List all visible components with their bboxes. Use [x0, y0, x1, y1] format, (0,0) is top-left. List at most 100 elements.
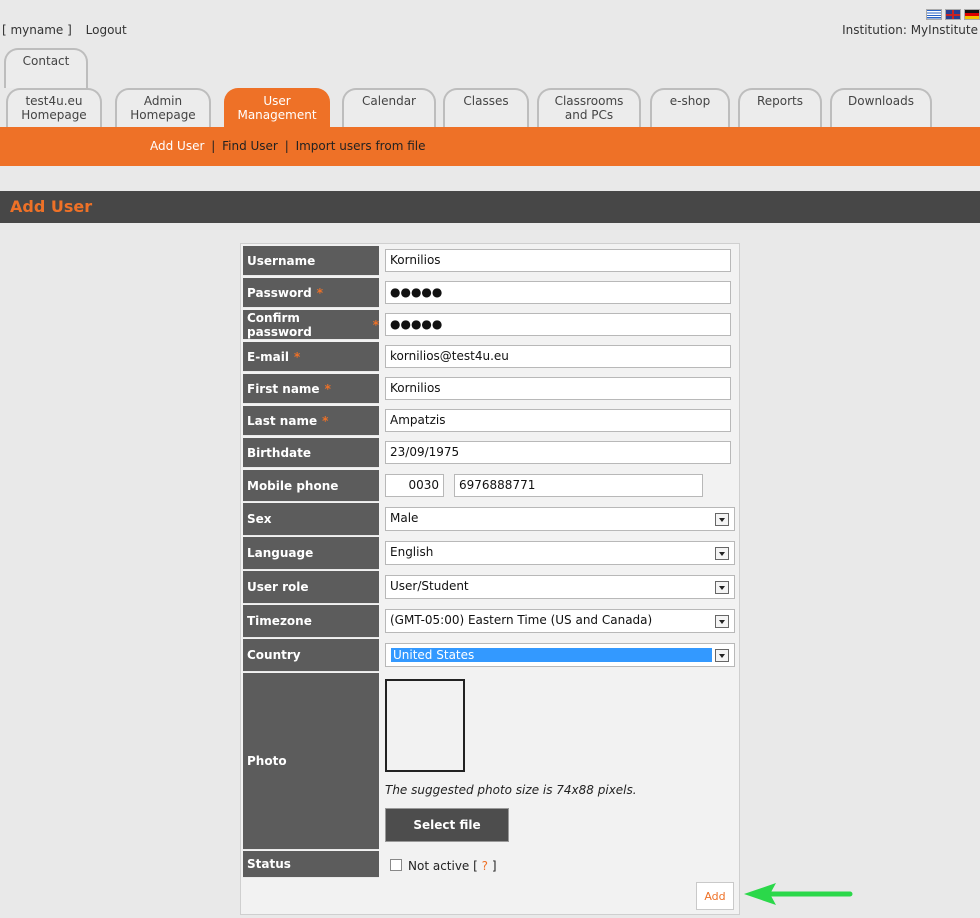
timezone-select[interactable]: (GMT-05:00) Eastern Time (US and Canada) — [385, 609, 735, 633]
german-flag-icon[interactable] — [964, 9, 980, 20]
subnav-separator: | — [211, 139, 216, 153]
institution-label: Institution: MyInstitute — [842, 23, 978, 37]
chevron-down-icon[interactable] — [715, 615, 729, 628]
tab-label: Homepage — [21, 108, 87, 122]
tab-calendar[interactable]: Calendar — [342, 88, 436, 128]
chevron-down-icon[interactable] — [715, 547, 729, 560]
country-value: United States — [391, 648, 712, 662]
timezone-row: Timezone (GMT-05:00) Eastern Time (US an… — [243, 605, 737, 638]
logout-link[interactable]: Logout — [86, 23, 127, 37]
sex-row: Sex Male — [243, 503, 737, 536]
status-text: Not active [ ? ] — [408, 859, 497, 873]
mobile-row: Mobile phone 0030 6976888771 — [243, 470, 737, 502]
username-label: Username — [243, 246, 379, 276]
mobile-number-input[interactable]: 6976888771 — [454, 474, 703, 497]
page-title: Add User — [10, 197, 93, 216]
tab-label: Management — [237, 108, 317, 122]
photo-label: Photo — [243, 673, 379, 850]
confirm-password-label: Confirm password * — [243, 310, 379, 340]
username-row: Username Kornilios — [243, 246, 737, 276]
mobile-label: Mobile phone — [243, 470, 379, 502]
tab-label: test4u.eu — [25, 94, 83, 108]
tab-contact-label: Contact — [22, 54, 70, 68]
add-user-form: Username Kornilios Password * ●●●●● Confi… — [240, 243, 740, 915]
tab-eshop[interactable]: e-shop — [650, 88, 730, 128]
page-header: Add User — [0, 191, 980, 223]
country-select[interactable]: United States — [385, 643, 735, 667]
tab-label: Classes — [463, 94, 509, 108]
last-name-row: Last name * Ampatzis — [243, 406, 737, 436]
birthdate-input[interactable]: 23/09/1975 — [385, 441, 731, 464]
password-row: Password * ●●●●● — [243, 278, 737, 308]
tab-admin-homepage[interactable]: Admin Homepage — [115, 88, 211, 128]
chevron-down-icon[interactable] — [715, 581, 729, 594]
photo-size-note: The suggested photo size is 74x88 pixels… — [385, 783, 637, 797]
username-input[interactable]: Kornilios — [385, 249, 731, 272]
confirm-password-row: Confirm password * ●●●●● — [243, 310, 737, 340]
sex-label: Sex — [243, 503, 379, 536]
username-link[interactable]: [ myname ] — [2, 23, 72, 37]
subnav-links: Add User | Find User | Import users from… — [150, 139, 425, 153]
tab-classrooms-pcs[interactable]: Classrooms and PCs — [537, 88, 641, 128]
birthdate-row: Birthdate 23/09/1975 — [243, 438, 737, 468]
not-active-checkbox[interactable] — [390, 859, 402, 871]
country-label: Country — [243, 639, 379, 672]
language-row: Language English — [243, 537, 737, 570]
green-arrow-annotation — [744, 883, 853, 905]
english-flag-icon[interactable] — [945, 9, 961, 20]
subnav-find-user[interactable]: Find User — [222, 139, 278, 153]
first-name-row: First name * Kornilios — [243, 374, 737, 404]
user-role-value: User/Student — [390, 579, 469, 593]
tab-label: Admin — [143, 94, 183, 108]
language-select[interactable]: English — [385, 541, 735, 565]
photo-preview — [385, 679, 465, 772]
mobile-code-input[interactable]: 0030 — [385, 474, 444, 497]
confirm-password-input[interactable]: ●●●●● — [385, 313, 731, 336]
tab-label: and PCs — [564, 108, 614, 122]
user-role-select[interactable]: User/Student — [385, 575, 735, 599]
select-file-button[interactable]: Select file — [385, 808, 509, 842]
user-bar: [ myname ] Logout — [2, 23, 127, 37]
tab-contact[interactable]: Contact — [4, 48, 88, 88]
tab-label: User — [263, 94, 291, 108]
last-name-input[interactable]: Ampatzis — [385, 409, 731, 432]
add-button[interactable]: Add — [696, 882, 734, 910]
tab-label: Calendar — [362, 94, 416, 108]
subnav-import-users[interactable]: Import users from file — [296, 139, 426, 153]
email-label: E-mail * — [243, 342, 379, 372]
email-input[interactable]: kornilios@test4u.eu — [385, 345, 731, 368]
help-link[interactable]: ? — [482, 859, 488, 873]
tab-downloads[interactable]: Downloads — [830, 88, 932, 128]
tab-reports[interactable]: Reports — [738, 88, 822, 128]
tab-classes[interactable]: Classes — [443, 88, 529, 128]
status-label: Status — [243, 851, 379, 878]
email-row: E-mail * kornilios@test4u.eu — [243, 342, 737, 372]
subnav-add-user[interactable]: Add User — [150, 139, 204, 153]
chevron-down-icon[interactable] — [715, 649, 729, 662]
password-label: Password * — [243, 278, 379, 308]
tab-label: Downloads — [848, 94, 914, 108]
tab-test4u-homepage[interactable]: test4u.eu Homepage — [6, 88, 102, 128]
subnav-separator: | — [284, 139, 289, 153]
sex-value: Male — [390, 511, 419, 525]
tab-label: Reports — [756, 94, 804, 108]
tab-user-management[interactable]: User Management — [224, 88, 330, 128]
last-name-label: Last name * — [243, 406, 379, 436]
language-value: English — [390, 545, 434, 559]
tab-label: Classrooms — [554, 94, 624, 108]
tab-label: e-shop — [669, 94, 711, 108]
user-role-label: User role — [243, 571, 379, 604]
timezone-label: Timezone — [243, 605, 379, 638]
first-name-input[interactable]: Kornilios — [385, 377, 731, 400]
status-row: Status Not active [ ? ] — [243, 851, 737, 878]
subnav-bar: Add User | Find User | Import users from… — [0, 127, 980, 166]
first-name-label: First name * — [243, 374, 379, 404]
greek-flag-icon[interactable] — [926, 9, 942, 20]
language-flags — [926, 9, 980, 20]
chevron-down-icon[interactable] — [715, 513, 729, 526]
birthdate-label: Birthdate — [243, 438, 379, 468]
sex-select[interactable]: Male — [385, 507, 735, 531]
timezone-value: (GMT-05:00) Eastern Time (US and Canada) — [390, 613, 653, 627]
photo-row: Photo The suggested photo size is 74x88 … — [243, 673, 737, 850]
password-input[interactable]: ●●●●● — [385, 281, 731, 304]
